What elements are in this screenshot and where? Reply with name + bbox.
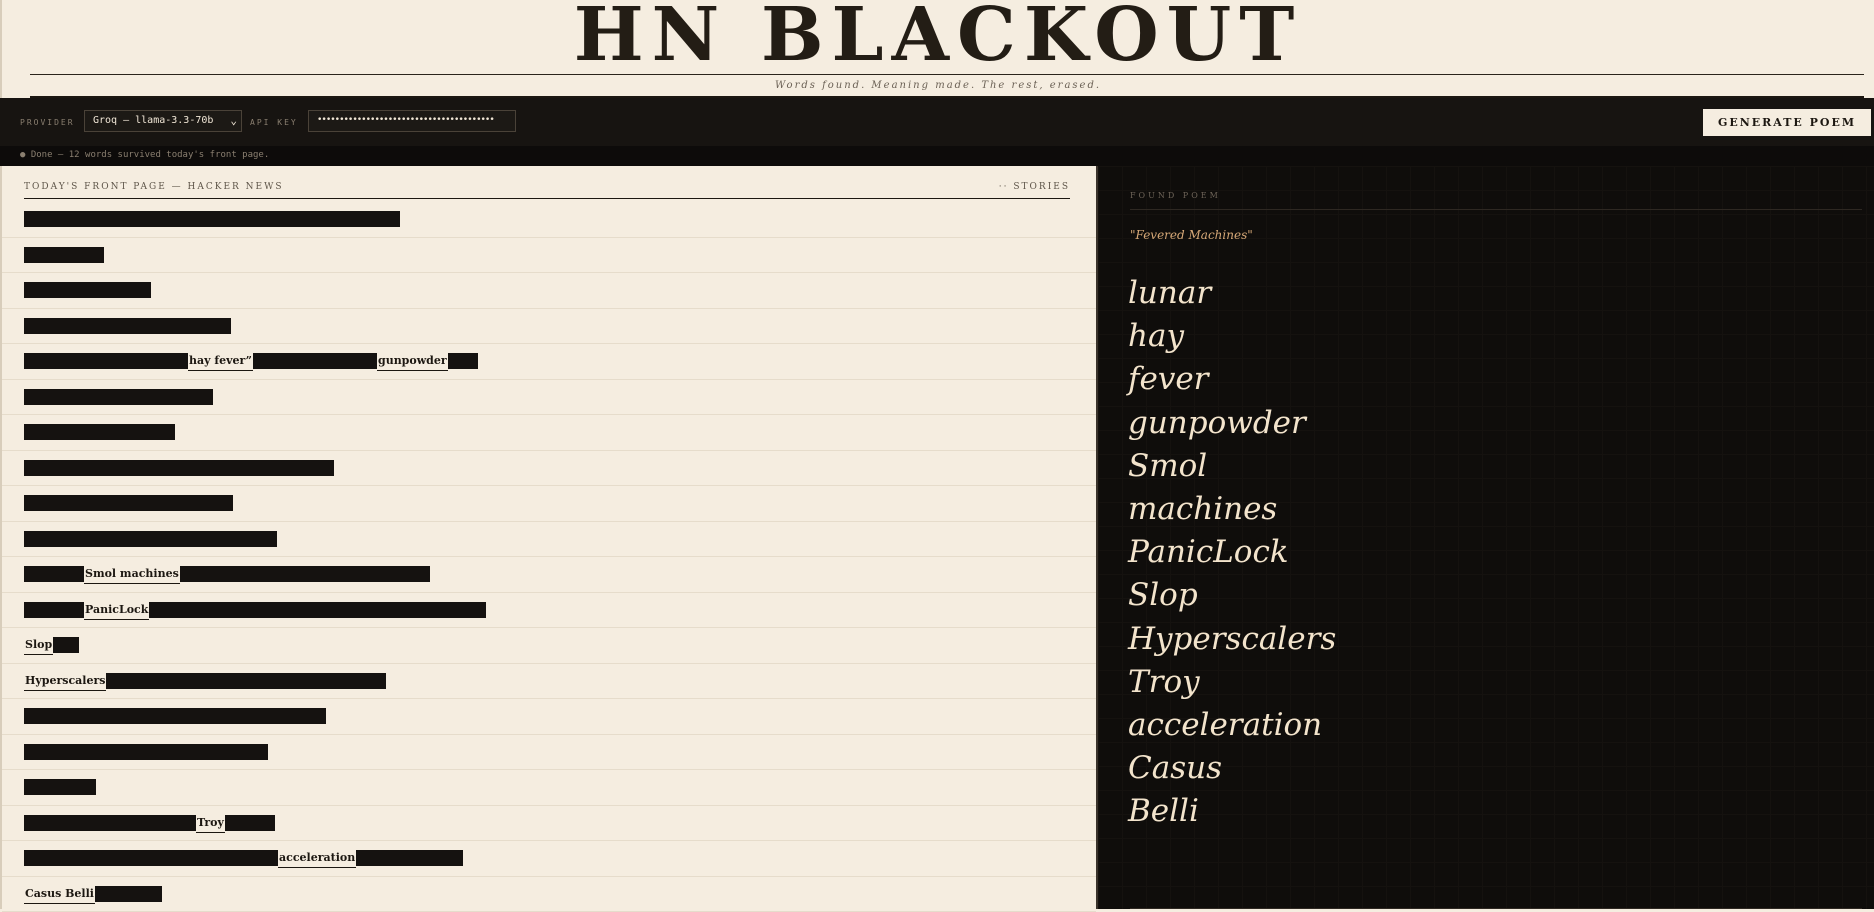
front-page-panel: TODAY'S FRONT PAGE — HACKER NEWS ·· STOR…	[0, 166, 1096, 909]
redaction-bar	[180, 566, 430, 582]
poem-line: Belli	[1128, 790, 1336, 833]
surviving-word[interactable]: Casus Belli	[24, 885, 95, 904]
app-title: HN BLACKOUT	[2, 0, 1874, 78]
story-row	[2, 380, 1096, 416]
story-row	[2, 770, 1096, 806]
surviving-word[interactable]: PanicLock	[84, 601, 149, 620]
story-row: Hyperscalers	[2, 664, 1096, 700]
story-row	[2, 735, 1096, 771]
surviving-word[interactable]: hay fever”	[188, 352, 253, 371]
redaction-bar	[225, 815, 275, 831]
story-row: PanicLock	[2, 593, 1096, 629]
poem-line: Troy	[1128, 661, 1336, 704]
redaction-bar	[24, 389, 213, 405]
generate-poem-button[interactable]: GENERATE POEM	[1703, 109, 1871, 136]
redaction-bar	[24, 744, 268, 760]
story-row: Troy	[2, 806, 1096, 842]
api-key-input[interactable]: ••••••••••••••••••••••••••••••••••••••••	[308, 110, 516, 132]
story-row	[2, 699, 1096, 735]
story-row	[2, 415, 1096, 451]
redaction-bar	[24, 708, 326, 724]
tagline: Words found. Meaning made. The rest, era…	[2, 80, 1874, 91]
poem-title: "Fevered Machines"	[1130, 228, 1253, 242]
surviving-word[interactable]: Slop	[24, 636, 53, 655]
story-row	[2, 522, 1096, 558]
story-row	[2, 309, 1096, 345]
status-message: ● Done — 12 words survived today's front…	[0, 146, 1874, 166]
story-row: Casus Belli	[2, 877, 1096, 912]
story-row	[2, 486, 1096, 522]
redaction-bar	[448, 353, 478, 369]
found-poem-label: FOUND POEM	[1130, 191, 1221, 200]
poem-line: PanicLock	[1128, 531, 1336, 574]
redaction-bar	[24, 353, 188, 369]
redaction-bar	[24, 531, 277, 547]
provider-select[interactable]: Groq — llama-3.3-70b ⌄	[84, 110, 242, 132]
redaction-bar	[24, 850, 278, 866]
story-row: hay fever” gunpowder	[2, 344, 1096, 380]
found-poem-rule	[1130, 209, 1862, 210]
redaction-bar	[24, 602, 84, 618]
surviving-word[interactable]: Smol machines	[84, 565, 180, 584]
redaction-bar	[149, 602, 486, 618]
controls-bar: PROVIDER Groq — llama-3.3-70b ⌄ API KEY …	[0, 98, 1874, 147]
redaction-bar	[24, 282, 151, 298]
story-row: Smol machines	[2, 557, 1096, 593]
story-count: ·· STORIES	[999, 182, 1070, 192]
surviving-word[interactable]: Troy	[196, 814, 225, 833]
chevron-down-icon: ⌄	[230, 114, 237, 127]
poem-line: Hyperscalers	[1128, 618, 1336, 661]
poem-line: fever	[1128, 358, 1336, 401]
redaction-bar	[24, 495, 233, 511]
redaction-bar	[356, 850, 463, 866]
poem-line: Slop	[1128, 574, 1336, 617]
poem-lines: lunarhayfevergunpowderSmolmachinesPanicL…	[1128, 272, 1336, 834]
redaction-bar	[24, 779, 96, 795]
surviving-word[interactable]: acceleration	[278, 849, 356, 868]
surviving-word[interactable]: gunpowder	[377, 352, 448, 371]
poem-line: Smol	[1128, 445, 1336, 488]
redaction-bar	[95, 886, 162, 902]
provider-value: Groq — llama-3.3-70b	[93, 115, 213, 126]
redaction-bar	[24, 247, 104, 263]
poem-line: hay	[1128, 315, 1336, 358]
poem-line: acceleration	[1128, 704, 1336, 747]
provider-label: PROVIDER	[20, 118, 75, 127]
masthead: HN BLACKOUT Words found. Meaning made. T…	[0, 0, 1874, 98]
front-page-header: TODAY'S FRONT PAGE — HACKER NEWS ·· STOR…	[24, 182, 1070, 199]
redaction-bar	[24, 566, 84, 582]
redaction-bar	[53, 637, 79, 653]
story-row: Slop	[2, 628, 1096, 664]
story-list: hay fever” gunpowder Smol machines PanicLoc…	[2, 202, 1096, 912]
redaction-bar	[24, 424, 175, 440]
poem-line: Casus	[1128, 747, 1336, 790]
poem-line: gunpowder	[1128, 402, 1336, 445]
poem-line: machines	[1128, 488, 1336, 531]
surviving-word[interactable]: Hyperscalers	[24, 672, 106, 691]
story-row	[2, 238, 1096, 274]
redaction-bar	[24, 318, 231, 334]
front-page-label: TODAY'S FRONT PAGE — HACKER NEWS	[24, 182, 284, 192]
found-poem-panel: FOUND POEM "Fevered Machines" lunarhayfe…	[1096, 166, 1874, 909]
redaction-bar	[24, 211, 400, 227]
masthead-rule	[30, 74, 1864, 75]
story-row: acceleration	[2, 841, 1096, 877]
poem-line: lunar	[1128, 272, 1336, 315]
story-row	[2, 273, 1096, 309]
redaction-bar	[106, 673, 386, 689]
redaction-bar	[24, 815, 196, 831]
story-row	[2, 451, 1096, 487]
redaction-bar	[24, 460, 334, 476]
story-row	[2, 202, 1096, 238]
api-key-label: API KEY	[250, 118, 298, 127]
redaction-bar	[253, 353, 377, 369]
